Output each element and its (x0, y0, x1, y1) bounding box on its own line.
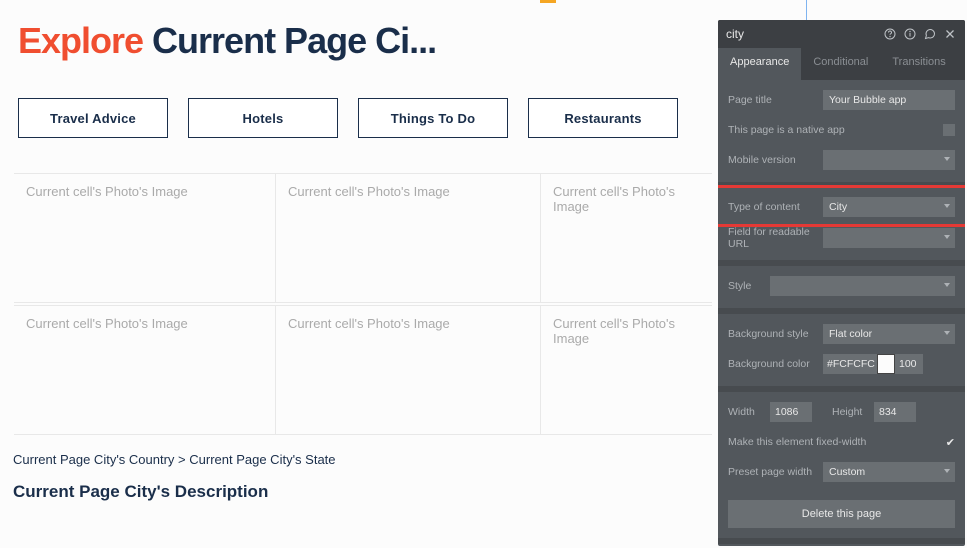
chevron-down-icon (944, 469, 950, 473)
preset-width-dropdown[interactable]: Custom (823, 462, 955, 482)
panel-header[interactable]: city (718, 20, 965, 48)
readable-url-label: Field for readable URL (728, 226, 823, 250)
close-icon[interactable] (943, 27, 957, 41)
grid-cell[interactable]: Current cell's Photo's Image (14, 306, 276, 434)
style-dropdown[interactable] (770, 276, 955, 296)
chevron-down-icon (944, 235, 950, 239)
help-icon[interactable] (883, 27, 897, 41)
bg-color-hex-input[interactable]: #FCFCFC (823, 354, 877, 374)
property-panel: city Appearance Conditional Transitions … (718, 20, 965, 546)
breadcrumb[interactable]: Current Page City's Country > Current Pa… (13, 452, 336, 467)
grid-cell[interactable]: Current cell's Photo's Image (14, 174, 276, 302)
height-label: Height (832, 406, 874, 418)
preset-width-label: Preset page width (728, 466, 823, 478)
type-of-content-dropdown[interactable]: City (823, 197, 955, 217)
mobile-version-label: Mobile version (728, 154, 823, 166)
width-label: Width (728, 406, 770, 418)
mobile-version-dropdown[interactable] (823, 150, 955, 170)
grid-cell[interactable]: Current cell's Photo's Image (276, 174, 541, 302)
bg-color-label: Background color (728, 358, 823, 370)
seo-title-label: Title (for SEO / FB) (718, 544, 965, 546)
height-input[interactable]: 834 (874, 402, 916, 422)
width-input[interactable]: 1086 (770, 402, 812, 422)
description-label[interactable]: Current Page City's Description (13, 482, 268, 502)
nav-button-row: Travel Advice Hotels Things To Do Restau… (18, 98, 678, 138)
readable-url-dropdown[interactable] (823, 228, 955, 248)
native-app-checkbox[interactable] (943, 124, 955, 136)
native-app-label: This page is a native app (728, 124, 943, 136)
panel-tabs: Appearance Conditional Transitions (718, 48, 965, 80)
fixed-width-check-icon[interactable]: ✔ (946, 436, 955, 449)
heading-rest: Current Page Ci... (143, 20, 436, 61)
tab-appearance[interactable]: Appearance (718, 48, 801, 80)
nav-hotels[interactable]: Hotels (188, 98, 338, 138)
repeating-group-row-2[interactable]: Current cell's Photo's Image Current cel… (14, 305, 712, 435)
grid-cell[interactable]: Current cell's Photo's Image (276, 306, 541, 434)
style-label: Style (728, 280, 770, 292)
tab-transitions[interactable]: Transitions (880, 48, 957, 80)
bg-style-label: Background style (728, 328, 823, 340)
bg-color-swatch[interactable] (877, 354, 895, 374)
panel-element-name: city (726, 27, 744, 41)
heading-explore: Explore (18, 20, 143, 61)
guideline-marker-top (540, 0, 556, 3)
nav-restaurants[interactable]: Restaurants (528, 98, 678, 138)
page-title[interactable]: Explore Current Page Ci... (18, 20, 436, 62)
grid-cell[interactable]: Current cell's Photo's Image (541, 306, 712, 434)
chevron-down-icon (944, 204, 950, 208)
type-of-content-label: Type of content (728, 201, 823, 213)
chevron-down-icon (944, 283, 950, 287)
delete-page-button[interactable]: Delete this page (728, 500, 955, 528)
page-title-input[interactable]: Your Bubble app (823, 90, 955, 110)
type-of-content-highlight: Type of content City (718, 185, 965, 227)
repeating-group-row-1[interactable]: Current cell's Photo's Image Current cel… (14, 173, 712, 303)
nav-things-to-do[interactable]: Things To Do (358, 98, 508, 138)
page-title-label: Page title (728, 94, 823, 106)
tab-conditional[interactable]: Conditional (801, 48, 880, 80)
info-icon[interactable] (903, 27, 917, 41)
nav-travel-advice[interactable]: Travel Advice (18, 98, 168, 138)
fixed-width-label: Make this element fixed-width (728, 436, 946, 448)
bg-color-alpha-input[interactable]: 100 (895, 354, 923, 374)
comment-icon[interactable] (923, 27, 937, 41)
bg-style-dropdown[interactable]: Flat color (823, 324, 955, 344)
grid-cell[interactable]: Current cell's Photo's Image (541, 174, 712, 302)
chevron-down-icon (944, 331, 950, 335)
chevron-down-icon (944, 157, 950, 161)
